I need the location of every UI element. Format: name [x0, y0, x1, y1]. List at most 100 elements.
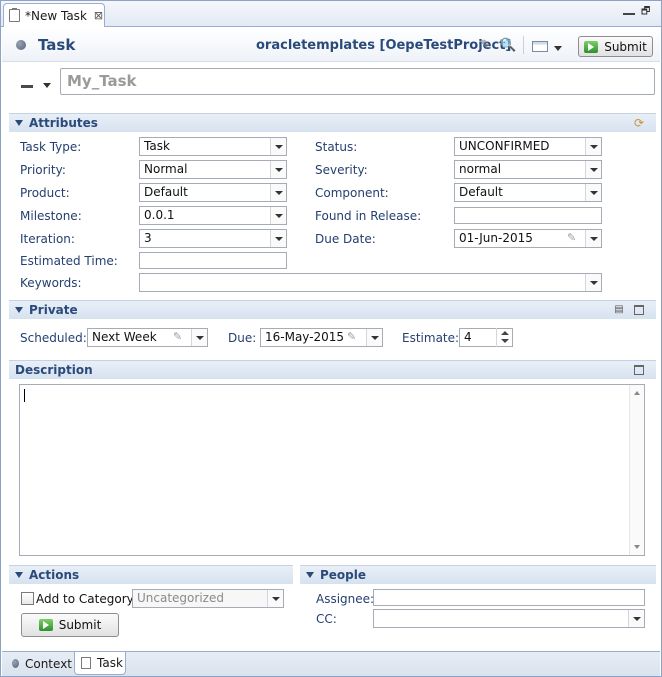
label-found-in-release: Found in Release: [315, 209, 422, 223]
priority-combo[interactable]: Normal [139, 160, 287, 179]
combo-value: Uncategorized [137, 591, 224, 605]
increment-icon[interactable] [501, 331, 509, 335]
chevron-down-icon[interactable] [585, 161, 601, 178]
editor-tab-label: *New Task [25, 8, 87, 23]
due-picker[interactable]: 16-May-2015 0 ✎ [260, 328, 383, 347]
label-status: Status: [315, 140, 358, 154]
chevron-down-icon[interactable] [270, 161, 286, 178]
label-component: Component: [315, 186, 389, 200]
label-estimated-time: Estimated Time: [20, 254, 118, 268]
decrement-icon[interactable] [501, 339, 509, 343]
refresh-attributes-icon[interactable]: ⟳ [633, 117, 645, 129]
expand-triangle-icon [15, 572, 23, 578]
chevron-down-icon[interactable] [585, 184, 601, 201]
private-section-header[interactable]: Private ▤ [9, 300, 656, 319]
scheduled-picker[interactable]: Next Week ✎ [87, 328, 208, 347]
page-title: Task [38, 36, 76, 54]
combo-value: 0.0.1 [144, 208, 175, 222]
add-to-category-label[interactable]: Add to Category [36, 592, 134, 606]
label-assignee: Assignee: [316, 592, 375, 606]
combo-value: Normal [144, 162, 188, 176]
submit-arrow-icon [584, 40, 599, 53]
label-due: Due: [228, 331, 257, 345]
chevron-down-icon[interactable] [585, 138, 601, 155]
keywords-combo[interactable] [139, 273, 602, 292]
description-textarea[interactable] [19, 384, 645, 556]
label-task-type: Task Type: [20, 140, 82, 154]
actions-section-header[interactable]: Actions [9, 565, 293, 584]
spinner-buttons[interactable] [496, 328, 512, 347]
people-section-header[interactable]: People [300, 565, 656, 584]
cc-combo[interactable] [373, 609, 645, 628]
found-in-release-field[interactable] [454, 207, 602, 224]
editor-tab-strip: *New Task ⊠ 🗗 [1, 1, 661, 27]
add-to-category-checkbox[interactable] [21, 592, 34, 605]
combo-value: UNCONFIRMED [459, 139, 550, 153]
project-title: oracletemplates [OepeTestProject] [256, 38, 512, 53]
component-combo[interactable]: Default [454, 183, 602, 202]
scroll-up-icon[interactable] [634, 391, 640, 395]
combo-value: 3 [144, 231, 152, 245]
estimated-time-field[interactable] [139, 252, 287, 269]
chevron-down-icon[interactable] [270, 207, 286, 224]
layout-icon[interactable] [532, 41, 548, 52]
task-type-combo[interactable]: Task [139, 137, 287, 156]
submit-button-header[interactable]: Submit [578, 36, 653, 57]
maximize-icon[interactable] [634, 305, 644, 315]
task-page-icon [81, 657, 91, 669]
chevron-down-icon[interactable] [270, 138, 286, 155]
description-section-header[interactable]: Description [9, 360, 656, 379]
submit-button-label: Submit [604, 39, 647, 54]
due-date-picker[interactable]: 01-Jun-2015 ✎ [454, 229, 602, 248]
restore-icon[interactable]: 🗗 [641, 7, 653, 17]
chevron-down-icon[interactable] [43, 83, 51, 88]
chevron-down-icon[interactable] [270, 184, 286, 201]
iteration-combo[interactable]: 3 [139, 229, 287, 248]
date-value: Next Week [92, 330, 157, 344]
editor-tab-new-task[interactable]: *New Task ⊠ [3, 3, 105, 27]
status-combo[interactable]: UNCONFIRMED [454, 137, 602, 156]
priority-icon[interactable] [21, 85, 33, 88]
search-icon[interactable]: 🔍 [500, 38, 516, 54]
category-combo[interactable]: Uncategorized [132, 589, 284, 608]
submit-button[interactable]: Submit [21, 613, 119, 637]
chevron-down-icon[interactable] [366, 329, 382, 346]
minimize-icon[interactable] [623, 7, 635, 15]
milestone-combo[interactable]: 0.0.1 [139, 206, 287, 225]
chevron-down-icon[interactable] [628, 610, 644, 627]
scroll-down-icon[interactable] [634, 545, 640, 549]
chevron-down-icon[interactable] [270, 230, 286, 247]
chevron-down-icon[interactable] [585, 230, 601, 247]
product-combo[interactable]: Default [139, 183, 287, 202]
date-value: 01-Jun-2015 [459, 231, 533, 245]
tab-task[interactable]: Task [74, 652, 126, 675]
clear-date-icon[interactable]: ✎ [173, 331, 185, 343]
severity-combo[interactable]: normal [454, 160, 602, 179]
chevron-down-icon[interactable] [191, 329, 207, 346]
maximize-icon[interactable] [634, 365, 644, 375]
chevron-down-icon[interactable] [554, 46, 562, 51]
close-tab-icon[interactable]: ⊠ [94, 9, 103, 22]
label-milestone: Milestone: [20, 209, 82, 223]
tab-context[interactable]: Context [6, 652, 72, 675]
chevron-down-icon[interactable] [267, 590, 283, 607]
expand-triangle-icon [15, 120, 23, 126]
section-title: Actions [29, 568, 80, 582]
expand-triangle-icon [15, 307, 23, 313]
description-scrollbar[interactable] [629, 385, 644, 555]
task-header: Task oracletemplates [OepeTestProject] ✎… [2, 28, 660, 62]
combo-value: Task [144, 139, 170, 153]
attributes-section-header[interactable]: Attributes ⟳ [9, 113, 656, 132]
summary-input[interactable]: My_Task [60, 68, 655, 95]
notes-icon[interactable]: ▤ [613, 304, 625, 316]
assignee-field[interactable] [373, 589, 645, 606]
bottom-tab-strip: Context Task [2, 651, 660, 676]
clear-outgoing-icon[interactable]: ✎ [478, 38, 494, 54]
label-priority: Priority: [20, 163, 66, 177]
clear-date-icon[interactable]: ✎ [347, 331, 359, 343]
tab-label: Task [97, 656, 123, 670]
label-estimate: Estimate: [402, 331, 460, 345]
chevron-down-icon[interactable] [585, 274, 601, 291]
date-value: 16-May-2015 0 [265, 330, 356, 344]
clear-date-icon[interactable]: ✎ [567, 232, 579, 244]
